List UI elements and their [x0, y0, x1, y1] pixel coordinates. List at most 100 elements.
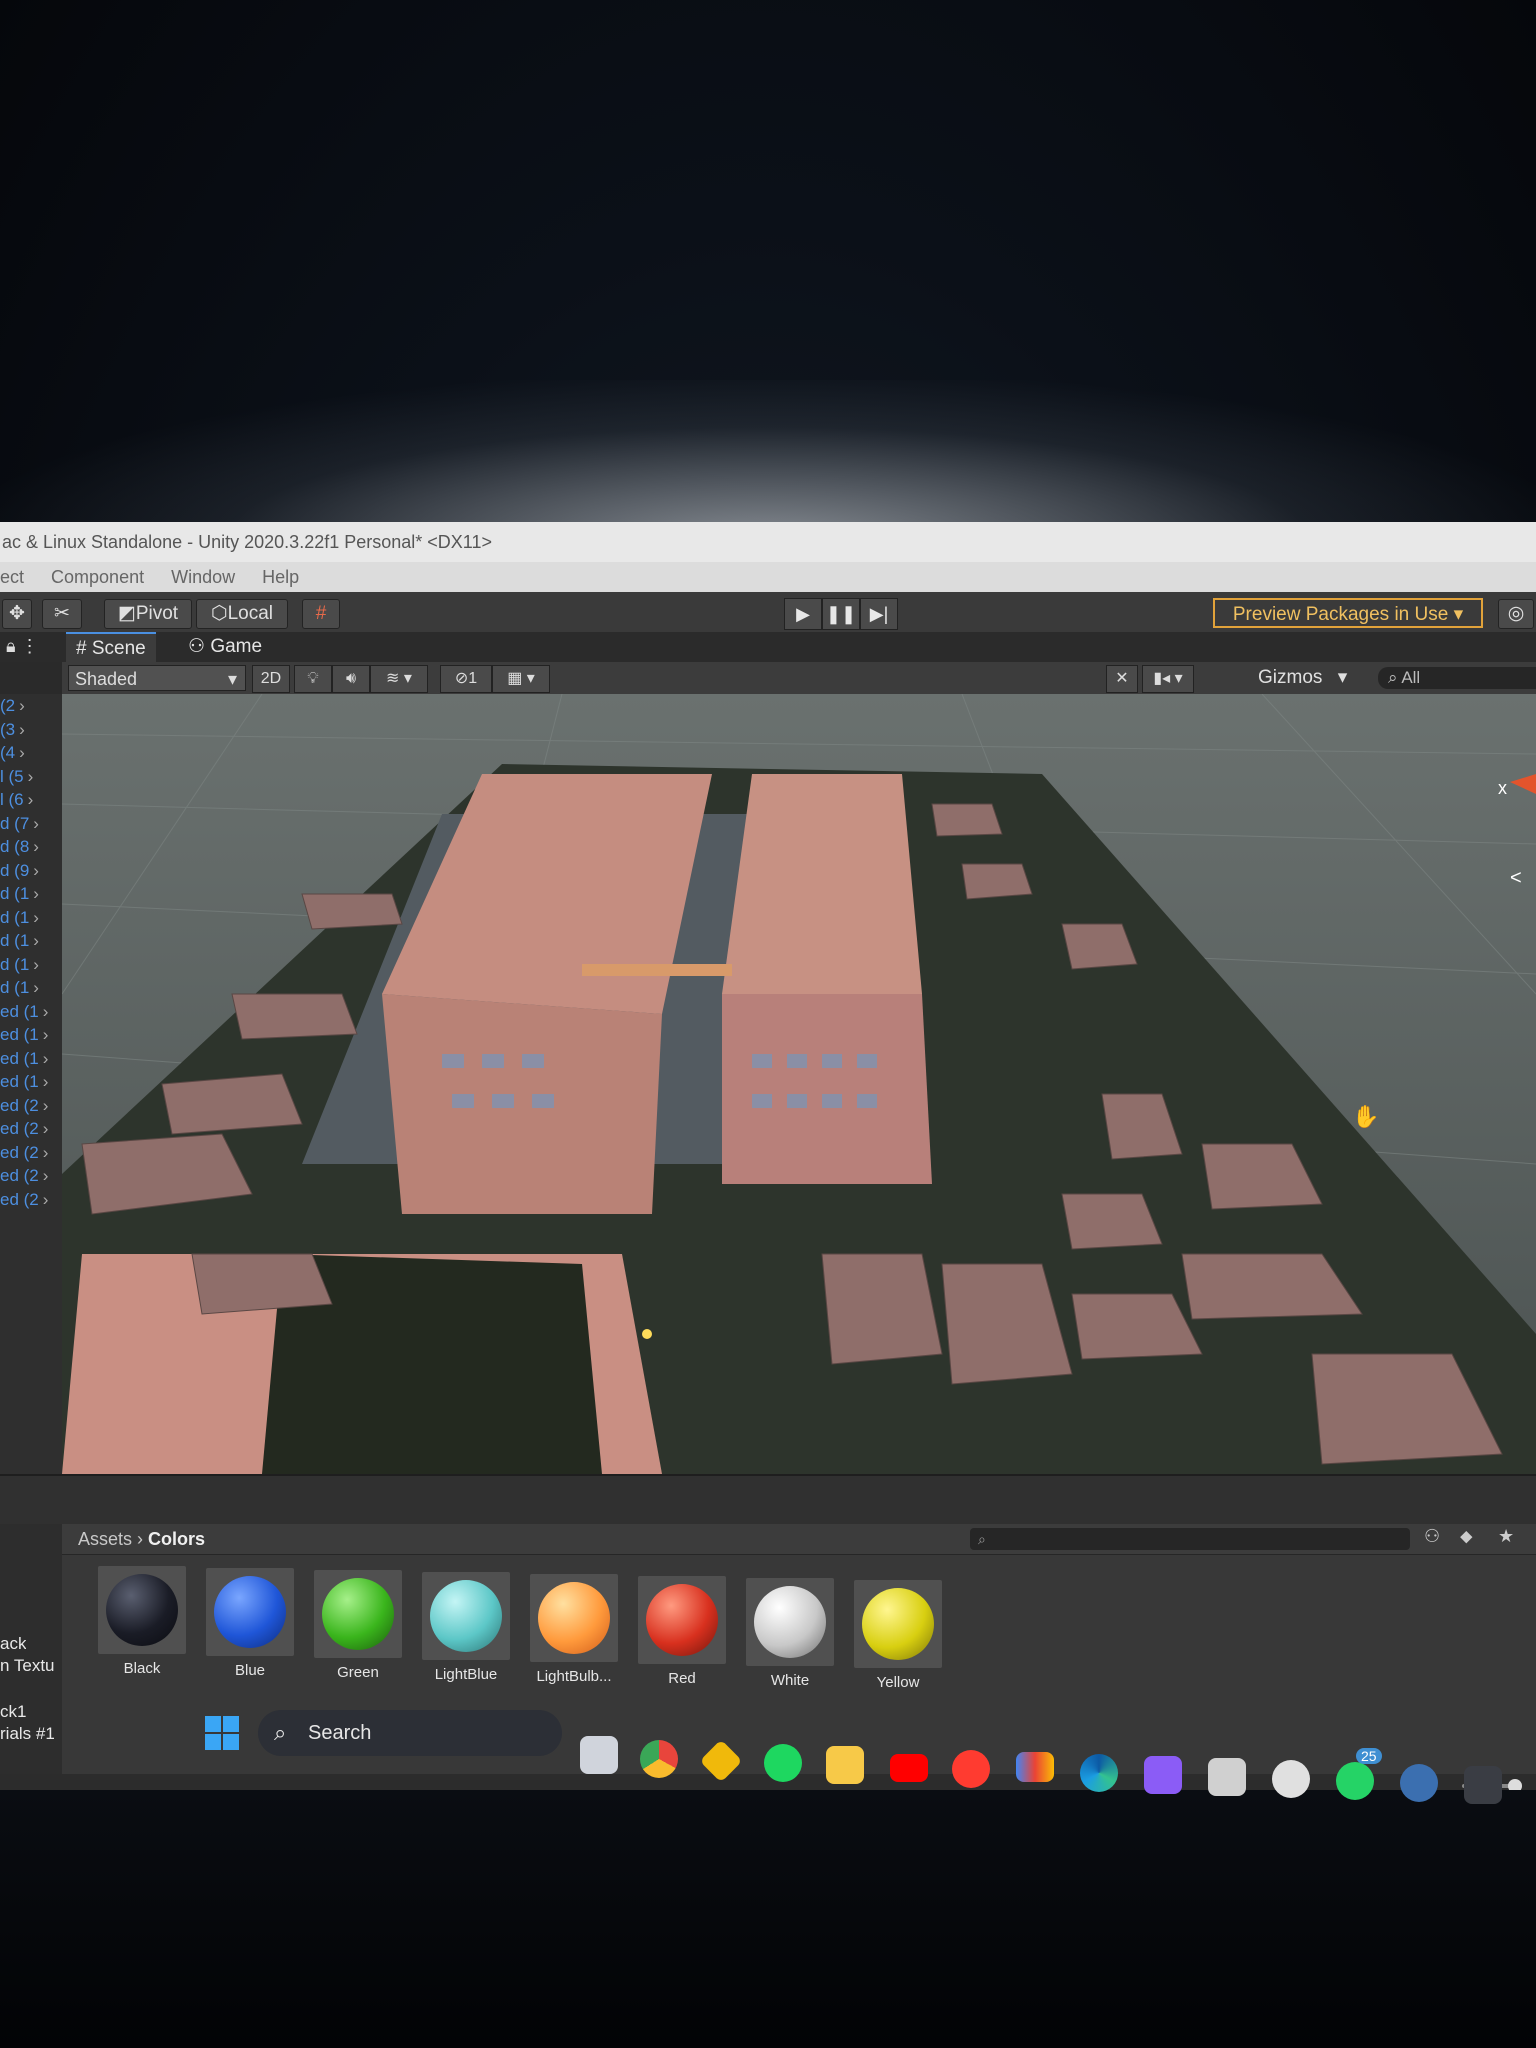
toggle-2d-button[interactable]: 2D	[252, 665, 290, 693]
chrome-icon[interactable]	[640, 1740, 678, 1778]
hierarchy-row[interactable]: (3 ›	[0, 718, 62, 742]
grid-dropdown-icon[interactable]: ▦ ▾	[492, 665, 550, 693]
task-view-icon[interactable]	[580, 1736, 618, 1774]
folder-item[interactable]: rials #1	[0, 1724, 55, 1744]
lighting-toggle-icon[interactable]: 💡︎	[294, 665, 332, 693]
transform-tool-icon[interactable]: ✥	[2, 599, 32, 629]
grid-snap-icon[interactable]: #	[302, 599, 340, 629]
breadcrumb-assets[interactable]: Assets	[78, 1529, 132, 1549]
tab-game[interactable]: ⚇ Game	[178, 632, 272, 662]
hierarchy-row-label: ed (1	[0, 1048, 39, 1068]
hierarchy-row[interactable]: d (1 ›	[0, 976, 62, 1000]
project-search-input[interactable]: ⌕	[970, 1528, 1410, 1550]
material-thumbnail	[206, 1568, 294, 1656]
asset-label: Yellow	[876, 1674, 920, 1691]
filter-by-type-icon[interactable]: ⚇	[1424, 1526, 1440, 1547]
edge-icon[interactable]	[1080, 1754, 1118, 1792]
hierarchy-row[interactable]: l (5 ›	[0, 765, 62, 789]
asset-material-red[interactable]: Red	[632, 1576, 732, 1687]
gmail-icon[interactable]	[1016, 1752, 1054, 1782]
tab-scene[interactable]: # Scene	[66, 632, 156, 664]
shading-mode-dropdown[interactable]: Shaded ▾	[68, 665, 246, 691]
spotify-icon[interactable]	[764, 1744, 802, 1782]
hierarchy-row[interactable]: ed (2 ›	[0, 1094, 62, 1118]
hierarchy-row[interactable]: ed (2 ›	[0, 1164, 62, 1188]
hierarchy-row-label: d (8	[0, 837, 30, 856]
hierarchy-row-label: ed (2	[0, 1142, 39, 1162]
camera-dropdown-icon[interactable]: ▮◂ ▾	[1142, 665, 1194, 693]
hierarchy-row[interactable]: d (9 ›	[0, 859, 62, 883]
filter-by-label-icon[interactable]: ⬥	[1460, 1526, 1473, 1547]
settings-gear-icon[interactable]	[1272, 1760, 1310, 1798]
asset-material-lightblue[interactable]: LightBlue	[416, 1572, 516, 1683]
folder-item[interactable]: ck1	[0, 1702, 26, 1722]
hierarchy-row[interactable]: d (1 ›	[0, 953, 62, 977]
sphere-yellow	[862, 1588, 934, 1660]
hierarchy-row-label: ed (2	[0, 1166, 39, 1185]
hierarchy-row[interactable]: d (1 ›	[0, 882, 62, 906]
windows-start-icon[interactable]	[205, 1716, 239, 1750]
audio-toggle-icon[interactable]: 🔊︎	[332, 665, 370, 693]
hierarchy-row[interactable]: d (7 ›	[0, 812, 62, 836]
pause-button[interactable]: ❚❚	[822, 598, 860, 630]
asset-material-blue[interactable]: Blue	[200, 1568, 300, 1679]
asset-material-black[interactable]: Black	[92, 1566, 192, 1677]
steam-icon[interactable]	[1400, 1764, 1438, 1802]
tools-icon[interactable]: ✕	[1106, 665, 1138, 693]
hierarchy-row[interactable]: (4 ›	[0, 741, 62, 765]
breadcrumb-colors[interactable]: Colors	[148, 1529, 205, 1549]
hierarchy-row[interactable]: ed (2 ›	[0, 1188, 62, 1212]
hierarchy-row[interactable]: l (6 ›	[0, 788, 62, 812]
asset-material-yellow[interactable]: Yellow	[848, 1580, 948, 1691]
hierarchy-row-label: d (1	[0, 907, 30, 927]
hidden-objects-toggle[interactable]: ⊘1	[440, 665, 492, 693]
gizmos-dropdown[interactable]: Gizmos ▾	[1258, 665, 1347, 691]
whatsapp-icon[interactable]: 25	[1336, 1748, 1382, 1800]
menu-item-window[interactable]: Window	[171, 567, 235, 587]
preview-packages-button[interactable]: Preview Packages in Use ▾	[1213, 598, 1483, 628]
unity-icon[interactable]	[1464, 1766, 1502, 1804]
play-button[interactable]: ▶	[784, 598, 822, 630]
menu-bar: ect Component Window Help	[0, 562, 1536, 592]
collab-icon[interactable]: ◎	[1498, 599, 1534, 629]
hierarchy-row[interactable]: ed (1 ›	[0, 1000, 62, 1024]
unity-hub-icon[interactable]	[1208, 1758, 1246, 1796]
asset-material-lightbulb[interactable]: LightBulb...	[524, 1574, 624, 1685]
folder-item[interactable]: ack	[0, 1634, 26, 1654]
chevron-right-icon: ›	[42, 1142, 49, 1162]
folder-item[interactable]: n Textu	[0, 1656, 55, 1676]
hierarchy-row[interactable]: ed (1 ›	[0, 1070, 62, 1094]
lock-icon[interactable]: 🔒︎ ⋮	[6, 636, 39, 657]
hierarchy-row[interactable]: ed (1 ›	[0, 1023, 62, 1047]
pivot-toggle[interactable]: ◩Pivot	[104, 599, 192, 629]
hierarchy-row-label: (4	[0, 743, 16, 762]
local-toggle[interactable]: ⬡Local	[196, 599, 288, 629]
step-button[interactable]: ▶|	[860, 598, 898, 630]
asset-material-green[interactable]: Green	[308, 1570, 408, 1681]
taskbar-search[interactable]: ⌕ Search	[258, 1710, 562, 1756]
custom-tool-icon[interactable]: ✂	[42, 599, 82, 629]
pivot-icon: ◩	[117, 603, 136, 624]
hierarchy-row[interactable]: d (8 ›	[0, 835, 62, 859]
search-icon: ⌕	[978, 1531, 986, 1547]
search-icon: ⌕	[1388, 668, 1402, 687]
hierarchy-row[interactable]: ed (2 ›	[0, 1141, 62, 1165]
scene-viewport[interactable]: x < ✋	[62, 694, 1536, 1474]
hierarchy-row[interactable]: d (1 ›	[0, 906, 62, 930]
scene-search-input[interactable]: ⌕ All	[1378, 667, 1536, 689]
menu-item-component[interactable]: Component	[51, 567, 144, 587]
favorite-star-icon[interactable]: ★	[1498, 1526, 1514, 1547]
hierarchy-row[interactable]: d (1 ›	[0, 929, 62, 953]
menu-item-edit[interactable]: ect	[0, 567, 24, 587]
file-explorer-icon[interactable]	[826, 1746, 864, 1784]
youtube-icon[interactable]	[890, 1754, 928, 1782]
hierarchy-row[interactable]: ed (2 ›	[0, 1117, 62, 1141]
hierarchy-row[interactable]: ed (1 ›	[0, 1047, 62, 1071]
menu-item-help[interactable]: Help	[262, 567, 299, 587]
youtube-music-icon[interactable]	[952, 1750, 990, 1788]
asset-material-white[interactable]: White	[740, 1578, 840, 1689]
effects-dropdown-icon[interactable]: ≋ ▾	[370, 665, 428, 693]
tab-scene-label: Scene	[91, 638, 146, 659]
visual-studio-icon[interactable]	[1144, 1756, 1182, 1794]
hierarchy-row[interactable]: (2 ›	[0, 694, 62, 718]
